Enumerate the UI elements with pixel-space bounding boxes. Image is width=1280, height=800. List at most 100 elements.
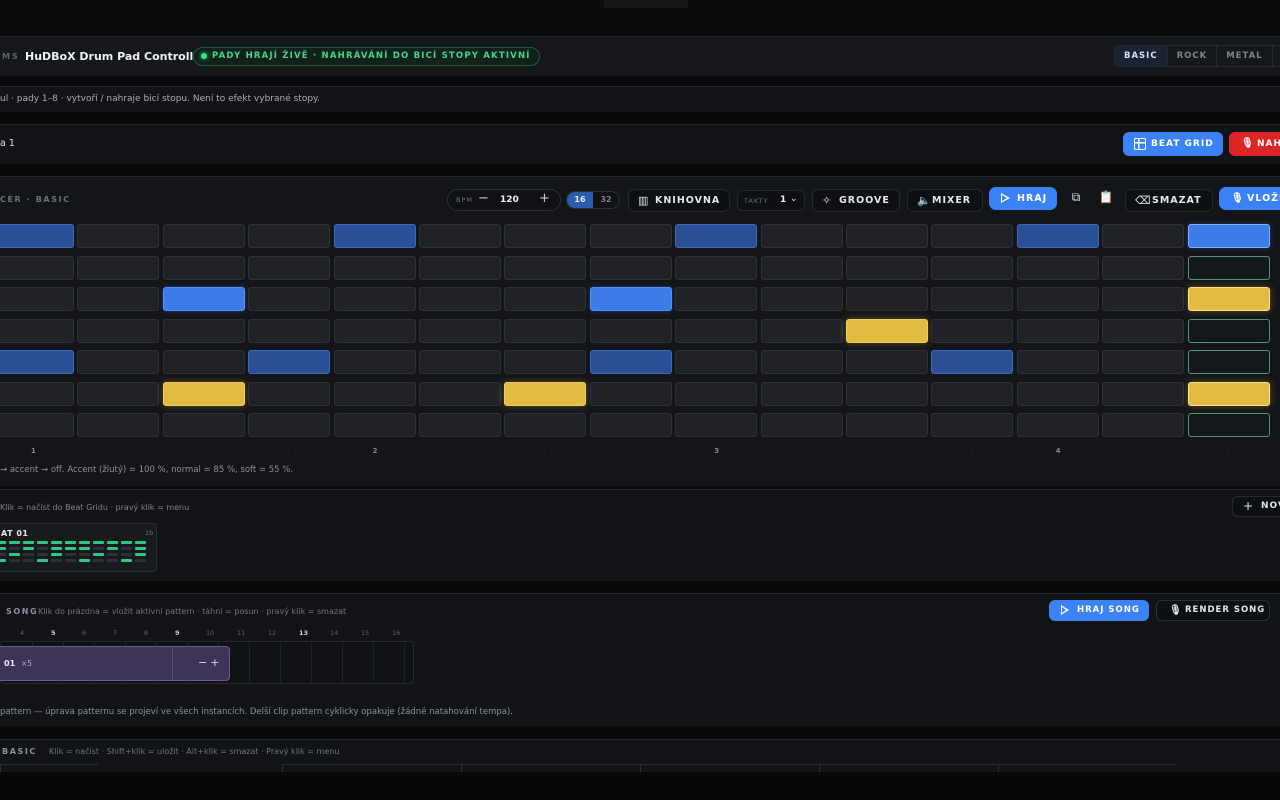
step-pad[interactable] (1187, 350, 1270, 374)
preset-tab-rock[interactable]: ROCK (1168, 46, 1218, 66)
step-pad[interactable] (0, 224, 74, 248)
step-pad[interactable] (760, 350, 843, 374)
record-button[interactable]: 🎙 NAH (1229, 132, 1280, 156)
step-pad[interactable] (1187, 287, 1270, 311)
step-pad[interactable] (846, 413, 928, 437)
step-pad[interactable] (931, 224, 1014, 248)
step-pad[interactable] (0, 255, 74, 280)
step-pad[interactable] (1102, 287, 1185, 311)
step-pad[interactable] (931, 413, 1014, 437)
step-pad[interactable] (1102, 318, 1185, 343)
preset-slot[interactable] (461, 764, 639, 772)
step-pad[interactable] (333, 255, 416, 280)
bpm-decrease-icon[interactable]: − (478, 191, 489, 206)
step-pad[interactable] (162, 318, 245, 343)
step-pad[interactable] (760, 413, 843, 437)
step-pad[interactable] (931, 350, 1014, 374)
step-pad[interactable] (504, 318, 587, 343)
step-pad[interactable] (248, 255, 331, 280)
step-pad[interactable] (846, 287, 928, 311)
step-pad[interactable] (77, 381, 160, 406)
step-pad[interactable] (248, 413, 331, 437)
step-pad[interactable] (1102, 350, 1185, 374)
step-pad[interactable] (333, 224, 416, 248)
step-pad[interactable] (1187, 381, 1270, 406)
step-pad[interactable] (419, 413, 501, 437)
step-pad[interactable] (675, 381, 758, 406)
step-pad[interactable] (77, 318, 160, 343)
step-pad[interactable] (846, 350, 928, 374)
step-pad[interactable] (760, 318, 843, 343)
step-pad[interactable] (589, 381, 672, 406)
step-pad[interactable] (675, 224, 758, 248)
preset-tab-basic[interactable]: BASIC (1115, 46, 1168, 66)
step-pad[interactable] (589, 287, 672, 311)
step-pad[interactable] (931, 318, 1014, 343)
groove-button[interactable]: ✧ GROOVE (812, 189, 900, 212)
step-pad[interactable] (1102, 224, 1185, 248)
step-pad[interactable] (162, 381, 245, 406)
step-pad[interactable] (675, 318, 758, 343)
step-pad[interactable] (1016, 350, 1099, 374)
step-pad[interactable] (333, 381, 416, 406)
step-pad[interactable] (760, 224, 843, 248)
paste-icon[interactable]: 📋 (1098, 190, 1114, 206)
steps-option-16[interactable]: 16 (567, 192, 593, 208)
step-pad[interactable] (248, 287, 331, 311)
preset-slot[interactable] (998, 764, 1176, 772)
step-pad[interactable] (419, 287, 501, 311)
step-pad[interactable] (419, 255, 501, 280)
step-pad[interactable] (675, 413, 758, 437)
step-pad[interactable] (419, 381, 501, 406)
step-pad[interactable] (419, 350, 501, 374)
step-pad[interactable] (1016, 381, 1099, 406)
step-pad[interactable] (1187, 224, 1270, 248)
step-pad[interactable] (589, 318, 672, 343)
step-pad[interactable] (589, 413, 672, 437)
step-pad[interactable] (419, 318, 501, 343)
step-pad[interactable] (589, 224, 672, 248)
step-pad[interactable] (1102, 381, 1185, 406)
step-pad[interactable] (162, 224, 245, 248)
step-pad[interactable] (0, 350, 74, 374)
copy-icon[interactable]: ⧉ (1068, 190, 1084, 206)
step-pad[interactable] (931, 255, 1014, 280)
step-pad[interactable] (846, 224, 928, 248)
step-pad[interactable] (760, 287, 843, 311)
step-pad[interactable] (77, 287, 160, 311)
preset-tab-electro[interactable]: EL (1273, 46, 1280, 66)
step-pad[interactable] (77, 224, 160, 248)
step-pad[interactable] (248, 350, 331, 374)
step-pad[interactable] (675, 350, 758, 374)
step-pad[interactable] (162, 255, 245, 280)
clear-button[interactable]: ⌫ SMAZAT (1125, 189, 1213, 212)
step-pad[interactable] (1187, 255, 1270, 280)
step-pad[interactable] (504, 287, 587, 311)
preset-slot[interactable] (640, 764, 818, 772)
top-active-tab[interactable] (604, 0, 688, 8)
step-pad[interactable] (675, 287, 758, 311)
step-pad[interactable] (248, 381, 331, 406)
library-button[interactable]: ▥ KNIHOVNA (628, 189, 730, 212)
step-pad[interactable] (1016, 287, 1099, 311)
render-song-button[interactable]: 🎙 RENDER SONG (1156, 600, 1270, 621)
step-pad[interactable] (589, 350, 672, 374)
preset-slot[interactable] (0, 764, 98, 772)
mixer-button[interactable]: 🔈 MIXER (907, 189, 983, 212)
bpm-value[interactable]: 120 (500, 195, 519, 205)
step-pad[interactable] (248, 224, 331, 248)
step-pad[interactable] (1016, 255, 1099, 280)
step-pad[interactable] (333, 350, 416, 374)
steps-option-32[interactable]: 32 (593, 192, 619, 208)
step-pad[interactable] (162, 350, 245, 374)
step-pad[interactable] (675, 255, 758, 280)
step-pad[interactable] (1016, 413, 1099, 437)
step-pad[interactable] (248, 318, 331, 343)
step-pad[interactable] (1187, 318, 1270, 343)
step-pad[interactable] (0, 318, 74, 343)
step-pad[interactable] (333, 413, 416, 437)
clip-length-controls[interactable]: −+ (198, 656, 222, 669)
step-pad[interactable] (1102, 255, 1185, 280)
step-pad[interactable] (846, 255, 928, 280)
step-pad[interactable] (931, 381, 1014, 406)
